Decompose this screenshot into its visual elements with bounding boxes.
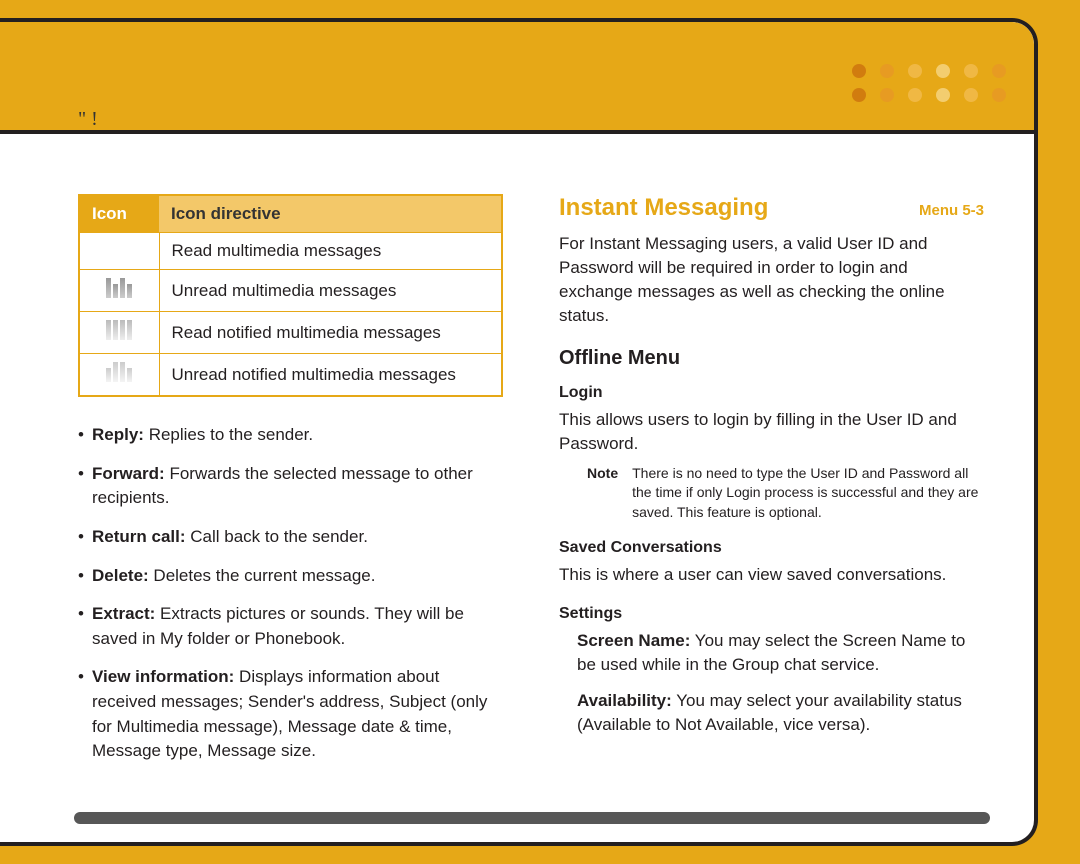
settings-term: Availability: — [577, 691, 672, 710]
table-header-icon: Icon — [79, 195, 159, 233]
page-header: " ! — [0, 22, 1034, 134]
list-item: Delete: Deletes the current message. — [78, 564, 503, 589]
list-item: Reply: Replies to the sender. — [78, 423, 503, 448]
directive-cell: Read notified multimedia messages — [159, 312, 502, 354]
item-heading: Settings — [559, 605, 984, 623]
list-item: Forward: Forwards the selected message t… — [78, 462, 503, 511]
dot-icon — [992, 64, 1006, 78]
dot-icon — [992, 88, 1006, 102]
dot-icon — [852, 64, 866, 78]
directive-cell: Read multimedia messages — [159, 233, 502, 270]
right-column: Instant Messaging Menu 5-3 For Instant M… — [559, 194, 984, 822]
directive-cell: Unread multimedia messages — [159, 270, 502, 312]
settings-item: Availability: You may select your availa… — [559, 689, 984, 737]
note-block: Note There is no need to type the User I… — [559, 464, 984, 523]
table-row: Unread multimedia messages — [79, 270, 502, 312]
table-row: Read notified multimedia messages — [79, 312, 502, 354]
dot-icon — [936, 88, 950, 102]
icon-directive-table: Icon Icon directive Read multimedia mess… — [78, 194, 503, 397]
settings-term: Screen Name: — [577, 631, 690, 650]
list-term: Delete: — [92, 566, 149, 585]
list-desc: Call back to the sender. — [186, 527, 368, 546]
dot-icon — [964, 64, 978, 78]
item-paragraph: This is where a user can view saved conv… — [559, 563, 984, 587]
message-icon — [106, 362, 132, 382]
menu-reference: Menu 5-3 — [919, 202, 984, 219]
table-row: Unread notified multimedia messages — [79, 354, 502, 397]
content-area: Icon Icon directive Read multimedia mess… — [0, 138, 1034, 842]
icon-cell — [79, 270, 159, 312]
item-paragraph: This allows users to login by filling in… — [559, 408, 984, 456]
list-term: View information: — [92, 667, 234, 686]
list-desc: Deletes the current message. — [149, 566, 376, 585]
dot-icon — [852, 88, 866, 102]
list-term: Reply: — [92, 425, 144, 444]
note-text: There is no need to type the User ID and… — [632, 464, 984, 523]
section-header: Instant Messaging Menu 5-3 — [559, 194, 984, 222]
list-term: Forward: — [92, 464, 165, 483]
dot-icon — [936, 64, 950, 78]
options-list: Reply: Replies to the sender. Forward: F… — [78, 423, 503, 764]
table-header-directive: Icon directive — [159, 195, 502, 233]
list-desc: Replies to the sender. — [144, 425, 313, 444]
subsection-title: Offline Menu — [559, 347, 984, 370]
settings-item: Screen Name: You may select the Screen N… — [559, 629, 984, 677]
list-term: Return call: — [92, 527, 186, 546]
dot-icon — [880, 64, 894, 78]
dot-icon — [908, 88, 922, 102]
item-heading: Saved Conversations — [559, 539, 984, 557]
left-column: Icon Icon directive Read multimedia mess… — [78, 194, 503, 822]
footer-bar — [74, 812, 990, 824]
message-icon — [106, 320, 132, 340]
list-term: Extract: — [92, 604, 155, 623]
list-item: View information: Displays information a… — [78, 665, 503, 764]
icon-cell — [79, 354, 159, 397]
directive-cell: Unread notified multimedia messages — [159, 354, 502, 397]
decorative-dot-grid — [852, 64, 1010, 106]
icon-cell — [79, 233, 159, 270]
list-item: Return call: Call back to the sender. — [78, 525, 503, 550]
header-glyphs: " ! — [78, 108, 98, 131]
section-title: Instant Messaging — [559, 194, 768, 222]
message-icon — [106, 278, 132, 298]
item-heading: Login — [559, 384, 984, 402]
dot-icon — [964, 88, 978, 102]
icon-cell — [79, 312, 159, 354]
table-row: Read multimedia messages — [79, 233, 502, 270]
list-item: Extract: Extracts pictures or sounds. Th… — [78, 602, 503, 651]
note-label: Note — [587, 464, 618, 523]
page-frame: " ! Icon Icon directive Read multimedia … — [0, 18, 1038, 846]
section-paragraph: For Instant Messaging users, a valid Use… — [559, 232, 984, 329]
dot-icon — [880, 88, 894, 102]
dot-icon — [908, 64, 922, 78]
